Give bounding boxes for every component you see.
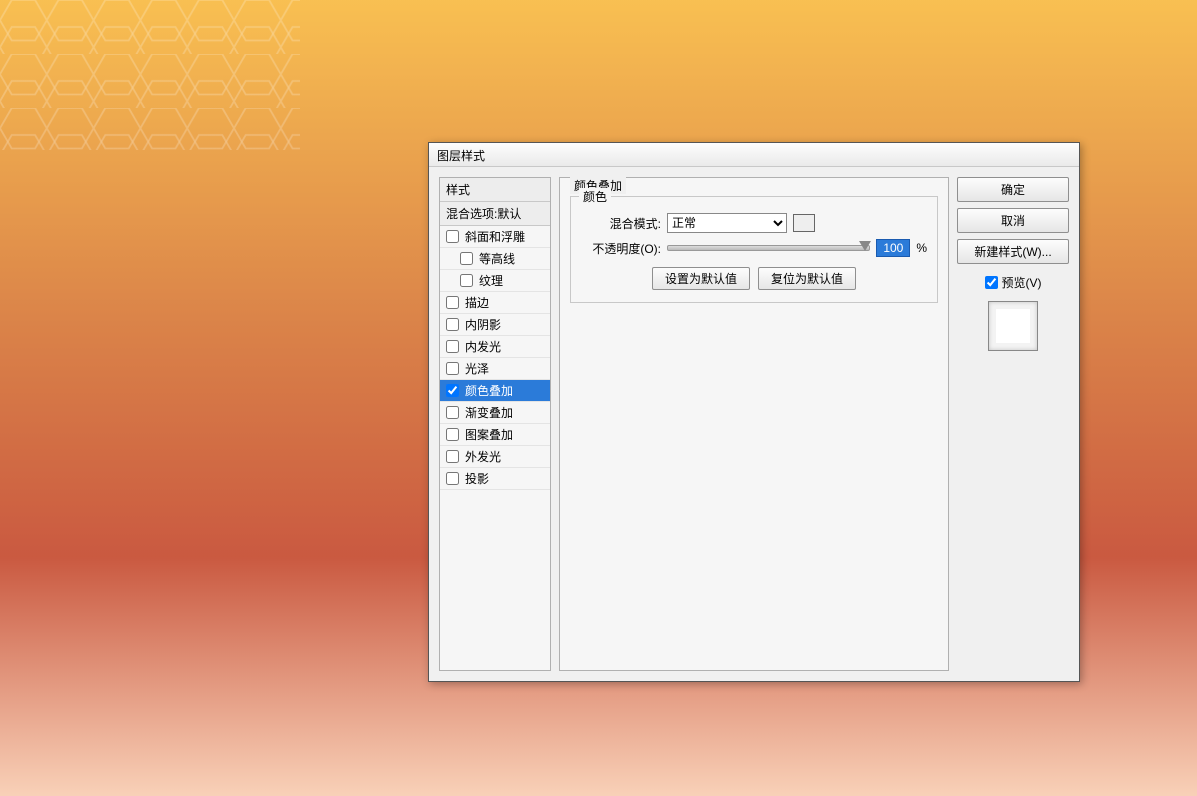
style-label-10: 外发光 (465, 448, 501, 465)
style-label-0: 斜面和浮雕 (465, 228, 525, 245)
color-swatch[interactable] (793, 214, 815, 232)
style-checkbox-4[interactable] (446, 318, 459, 331)
layer-style-dialog: 图层样式 样式 混合选项:默认 斜面和浮雕等高线纹理描边内阴影内发光光泽颜色叠加… (428, 142, 1080, 682)
styles-header[interactable]: 样式 (440, 178, 550, 202)
style-item-3[interactable]: 描边 (440, 292, 550, 314)
style-checkbox-11[interactable] (446, 472, 459, 485)
style-checkbox-6[interactable] (446, 362, 459, 375)
preview-label: 预览(V) (1002, 274, 1042, 291)
preview-checkbox[interactable] (985, 276, 998, 289)
cancel-button[interactable]: 取消 (957, 208, 1069, 233)
style-label-8: 渐变叠加 (465, 404, 513, 421)
style-label-7: 颜色叠加 (465, 382, 513, 399)
dialog-titlebar[interactable]: 图层样式 (429, 143, 1079, 167)
opacity-slider[interactable] (667, 245, 870, 251)
style-checkbox-1[interactable] (460, 252, 473, 265)
style-label-9: 图案叠加 (465, 426, 513, 443)
preview-box (988, 301, 1038, 351)
color-group-title: 颜色 (579, 188, 611, 205)
blend-mode-label: 混合模式: (581, 215, 661, 232)
style-checkbox-9[interactable] (446, 428, 459, 441)
color-group: 颜色 混合模式: 正常 不透明度(O): % (570, 196, 938, 303)
ok-button[interactable]: 确定 (957, 177, 1069, 202)
style-item-9[interactable]: 图案叠加 (440, 424, 550, 446)
style-label-5: 内发光 (465, 338, 501, 355)
opacity-row: 不透明度(O): % (581, 239, 927, 257)
opacity-input[interactable] (876, 239, 910, 257)
style-item-1[interactable]: 等高线 (440, 248, 550, 270)
blend-mode-select[interactable]: 正常 (667, 213, 787, 233)
reset-default-button[interactable]: 复位为默认值 (758, 267, 856, 290)
slider-thumb-icon[interactable] (859, 241, 871, 251)
style-checkbox-5[interactable] (446, 340, 459, 353)
style-checkbox-8[interactable] (446, 406, 459, 419)
style-item-11[interactable]: 投影 (440, 468, 550, 490)
style-item-8[interactable]: 渐变叠加 (440, 402, 550, 424)
style-item-5[interactable]: 内发光 (440, 336, 550, 358)
style-label-4: 内阴影 (465, 316, 501, 333)
opacity-label: 不透明度(O): (581, 240, 661, 257)
opacity-suffix: % (916, 241, 927, 255)
style-item-2[interactable]: 纹理 (440, 270, 550, 292)
dialog-title: 图层样式 (437, 149, 485, 163)
blend-mode-row: 混合模式: 正常 (581, 213, 927, 233)
style-item-10[interactable]: 外发光 (440, 446, 550, 468)
style-label-1: 等高线 (479, 250, 515, 267)
style-checkbox-7[interactable] (446, 384, 459, 397)
style-label-11: 投影 (465, 470, 489, 487)
style-item-7[interactable]: 颜色叠加 (440, 380, 550, 402)
action-panel: 确定 取消 新建样式(W)... 预览(V) (957, 177, 1069, 671)
preview-swatch (996, 309, 1030, 343)
settings-panel: 颜色叠加 颜色 混合模式: 正常 不透明度(O): % (559, 177, 949, 671)
style-checkbox-3[interactable] (446, 296, 459, 309)
set-default-button[interactable]: 设置为默认值 (652, 267, 750, 290)
style-item-6[interactable]: 光泽 (440, 358, 550, 380)
blending-options-default[interactable]: 混合选项:默认 (440, 202, 550, 226)
dialog-body: 样式 混合选项:默认 斜面和浮雕等高线纹理描边内阴影内发光光泽颜色叠加渐变叠加图… (429, 167, 1079, 681)
default-buttons-row: 设置为默认值 复位为默认值 (581, 267, 927, 290)
new-style-button[interactable]: 新建样式(W)... (957, 239, 1069, 264)
background-hex-pattern (0, 0, 300, 150)
style-checkbox-10[interactable] (446, 450, 459, 463)
style-label-3: 描边 (465, 294, 489, 311)
style-label-6: 光泽 (465, 360, 489, 377)
preview-toggle-row: 预览(V) (957, 274, 1069, 291)
style-checkbox-2[interactable] (460, 274, 473, 287)
style-item-4[interactable]: 内阴影 (440, 314, 550, 336)
style-checkbox-0[interactable] (446, 230, 459, 243)
style-item-0[interactable]: 斜面和浮雕 (440, 226, 550, 248)
styles-list-panel: 样式 混合选项:默认 斜面和浮雕等高线纹理描边内阴影内发光光泽颜色叠加渐变叠加图… (439, 177, 551, 671)
style-label-2: 纹理 (479, 272, 503, 289)
